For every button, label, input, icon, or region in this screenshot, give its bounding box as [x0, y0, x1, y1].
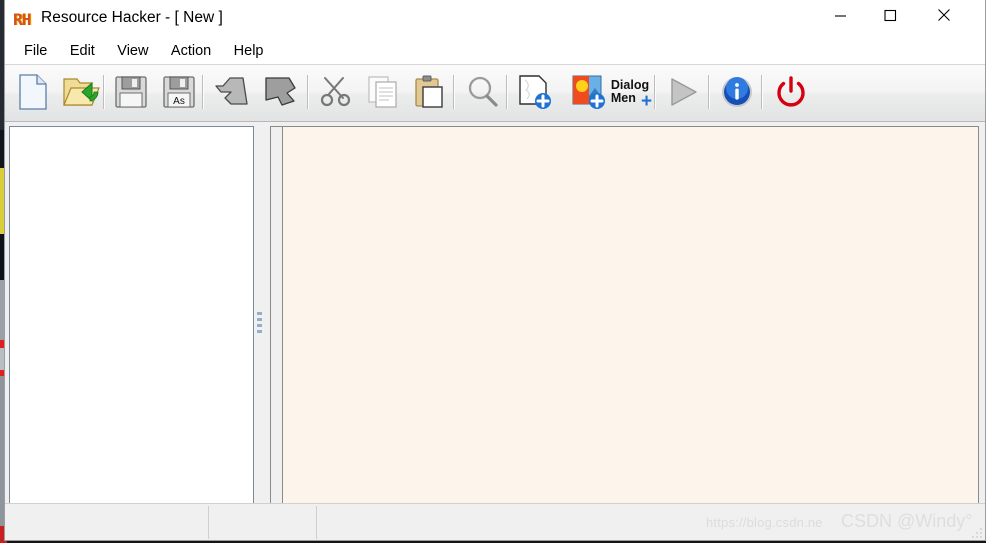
menu-item-help[interactable]: Help — [225, 40, 273, 63]
status-separator — [208, 506, 209, 539]
dialog-menu-line2: Men — [610, 91, 636, 105]
floppy-disk-as-icon: As — [163, 76, 195, 108]
watermark-handle: CSDN @Windy° — [841, 511, 973, 531]
maximize-button[interactable] — [867, 0, 913, 30]
resource-tree-panel[interactable] — [9, 126, 254, 512]
menu-item-edit[interactable]: Edit — [61, 40, 104, 63]
toolbar-separator — [506, 75, 507, 109]
magnifier-icon — [468, 76, 498, 107]
status-bar — [5, 503, 985, 540]
main-body: Editor View Binary View — [5, 122, 985, 532]
undo-button[interactable] — [209, 69, 253, 115]
editor-panel[interactable] — [270, 126, 979, 506]
exit-button[interactable] — [769, 69, 813, 115]
toolbar-separator — [307, 75, 308, 109]
info-circle-icon — [722, 77, 752, 107]
editor-text-area[interactable] — [282, 127, 978, 505]
play-triangle-icon — [671, 78, 697, 106]
save-as-button[interactable]: As — [157, 69, 201, 115]
clipboard-icon — [415, 75, 443, 108]
grip-dash — [257, 312, 262, 315]
svg-text:As: As — [173, 96, 185, 107]
open-folder-icon — [63, 78, 100, 106]
toolbar-separator — [761, 75, 762, 109]
toolbar: As Dialog Men + — [5, 64, 985, 122]
cut-button[interactable] — [315, 69, 359, 115]
open-file-button[interactable] — [59, 69, 103, 115]
close-icon — [938, 9, 950, 21]
copy-pages-icon — [368, 76, 397, 108]
menu-item-action[interactable]: Action — [162, 40, 220, 63]
watermark-url: https://blog.csdn.ne — [706, 515, 823, 530]
maximize-icon — [883, 9, 896, 21]
menu-item-file[interactable]: File — [15, 40, 56, 63]
close-button[interactable] — [921, 0, 967, 30]
splitter-grip[interactable] — [257, 312, 262, 337]
dialog-menu-label: Dialog Men + — [610, 78, 653, 112]
minimize-button[interactable] — [817, 0, 863, 30]
about-button[interactable] — [715, 69, 759, 115]
dialog-menu-button[interactable]: Dialog Men + — [605, 69, 655, 115]
paste-button[interactable] — [407, 69, 451, 115]
image-plus-icon — [572, 75, 605, 109]
save-button[interactable] — [109, 69, 153, 115]
status-separator — [316, 506, 317, 539]
grip-dash — [257, 324, 262, 327]
application-window: RH Resource Hacker - [ New ] File Edit V… — [4, 0, 986, 541]
new-document-icon — [19, 74, 47, 110]
dialog-menu-line1: Dialog — [610, 78, 650, 92]
grip-dash — [257, 318, 262, 321]
scissors-icon — [320, 77, 351, 107]
menu-bar: File Edit View Action Help — [5, 40, 985, 64]
menu-item-view[interactable]: View — [108, 40, 157, 63]
power-icon — [777, 76, 805, 107]
redo-arrow-icon — [265, 77, 296, 106]
toolbar-separator — [103, 75, 104, 109]
grip-dash — [257, 330, 262, 333]
panel-splitter[interactable] — [255, 126, 265, 512]
page-plus-icon — [519, 75, 551, 109]
floppy-disk-icon — [115, 76, 147, 108]
editor-gutter — [271, 127, 282, 505]
title-bar[interactable]: RH Resource Hacker - [ New ] — [5, 0, 985, 40]
add-resource-button[interactable] — [513, 69, 557, 115]
toolbar-separator — [202, 75, 203, 109]
undo-arrow-icon — [215, 77, 248, 105]
window-title: Resource Hacker - [ New ] — [41, 9, 223, 26]
minimize-icon — [834, 14, 846, 17]
new-file-button[interactable] — [11, 69, 55, 115]
run-button[interactable] — [661, 69, 705, 115]
toolbar-separator — [453, 75, 454, 109]
app-icon: RH — [13, 10, 31, 29]
redo-button[interactable] — [259, 69, 303, 115]
toolbar-separator — [708, 75, 709, 109]
copy-button[interactable] — [361, 69, 405, 115]
find-button[interactable] — [461, 69, 505, 115]
plus-icon: + — [640, 91, 653, 112]
